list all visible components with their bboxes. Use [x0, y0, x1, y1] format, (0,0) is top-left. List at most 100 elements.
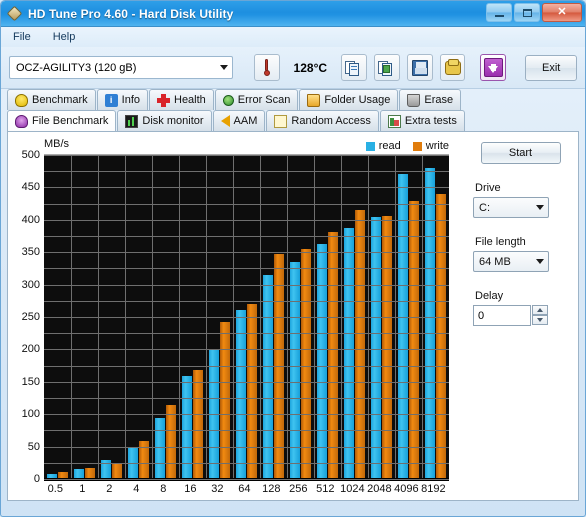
delay-spin-buttons — [532, 305, 548, 326]
gridline-vertical — [422, 155, 423, 478]
plot-wrapper: 0 50 100 150 200 250 300 350 400 450 500 — [22, 149, 449, 485]
delay-stepper: 0 — [473, 305, 568, 326]
app-window: HD Tune Pro 4.60 - Hard Disk Utility ✕ F… — [0, 0, 586, 517]
download-icon — [483, 58, 503, 77]
save-button[interactable] — [406, 54, 433, 81]
file-length-combo[interactable]: 64 MB — [473, 251, 549, 272]
tab-extra-tests[interactable]: Extra tests — [379, 110, 465, 131]
y-axis-tick-label: 0 — [33, 473, 40, 485]
tab-file-benchmark-label: File Benchmark — [32, 115, 109, 127]
tab-file-benchmark[interactable]: File Benchmark — [7, 110, 117, 131]
title-bar: HD Tune Pro 4.60 - Hard Disk Utility ✕ — [1, 1, 585, 27]
delay-input[interactable]: 0 — [473, 305, 531, 326]
window-controls: ✕ — [486, 3, 582, 22]
tab-health[interactable]: Health — [149, 89, 214, 110]
bar-write — [57, 471, 68, 478]
minimize-icon — [494, 14, 504, 17]
minimize-button[interactable] — [486, 3, 512, 22]
y-axis-tick-label: 500 — [21, 149, 40, 161]
tab-aam[interactable]: AAM — [212, 110, 266, 131]
x-axis-tick-label: 16 — [184, 483, 197, 495]
maximize-button[interactable] — [514, 3, 540, 22]
gridline-vertical — [71, 155, 72, 478]
tab-erase[interactable]: Erase — [399, 89, 462, 110]
tab-error-scan[interactable]: Error Scan — [214, 89, 299, 110]
bar-write — [84, 467, 95, 478]
tab-benchmark-label: Benchmark — [32, 94, 88, 106]
x-axis-tick-label: 4 — [133, 483, 140, 495]
chevron-down-icon — [536, 259, 544, 264]
legend-item-read: read — [365, 140, 401, 152]
bar-write — [408, 201, 419, 478]
gridline-horizontal — [44, 155, 449, 156]
drive-label: Drive — [475, 182, 501, 194]
bar-read — [344, 227, 354, 478]
tab-health-label: Health — [174, 94, 206, 106]
x-axis-tick-label: 2048 — [367, 483, 392, 495]
legend-label-read: read — [378, 140, 401, 152]
gridline-horizontal — [44, 284, 449, 286]
gridline-vertical — [395, 155, 396, 478]
window-title: HD Tune Pro 4.60 - Hard Disk Utility — [28, 6, 234, 21]
options-button[interactable] — [439, 54, 466, 81]
start-button[interactable]: Start — [480, 142, 561, 164]
chart-header: MB/s read write — [8, 138, 463, 154]
menu-bar: File Help — [1, 27, 585, 47]
x-axis-labels: 0.5 1 2 4 8 16 32 64 128 256 512 1024 2048 4096 8192 — [44, 481, 449, 499]
y-axis-tick-label: 150 — [21, 375, 40, 388]
copy-icon — [345, 60, 362, 76]
delay-decrement-button[interactable] — [532, 315, 548, 325]
x-axis-tick-label: 1024 — [340, 483, 365, 495]
tab-error-scan-label: Error Scan — [237, 94, 291, 106]
maximize-icon — [522, 8, 532, 17]
menu-item-help[interactable]: Help — [49, 30, 80, 44]
delay-label: Delay — [475, 290, 504, 302]
bar-read — [74, 468, 84, 478]
gridline-vertical — [233, 155, 234, 478]
bar-write — [246, 304, 257, 478]
x-axis-tick-label: 64 — [238, 483, 251, 495]
gridline-horizontal — [44, 381, 449, 383]
app-icon — [6, 5, 23, 22]
x-axis-tick-label: 32 — [211, 483, 224, 495]
menu-item-file[interactable]: File — [9, 30, 35, 44]
chevron-up-icon — [537, 308, 543, 312]
temperature-value: 128°C — [293, 60, 328, 75]
chevron-down-icon — [536, 205, 544, 210]
exit-button[interactable]: Exit — [525, 54, 578, 81]
gridline-horizontal — [44, 414, 449, 416]
file-length-label: File length — [475, 236, 526, 248]
gridline-horizontal — [44, 430, 449, 432]
tab-benchmark[interactable]: Benchmark — [7, 89, 96, 110]
x-axis-tick-label: 128 — [262, 483, 281, 495]
copy-button[interactable] — [341, 54, 367, 81]
drive-combo[interactable]: C: — [473, 197, 549, 218]
close-button[interactable]: ✕ — [542, 3, 582, 22]
gridline-vertical — [206, 155, 207, 478]
bar-write — [219, 321, 230, 478]
gridline-vertical — [287, 155, 288, 478]
tab-info[interactable]: i Info — [96, 89, 148, 110]
tab-folder-usage[interactable]: Folder Usage — [299, 89, 399, 110]
delay-increment-button[interactable] — [532, 305, 548, 315]
y-axis-tick-label: 300 — [21, 278, 40, 291]
copy-image-icon — [378, 60, 395, 76]
drive-combo-value: C: — [479, 201, 490, 214]
gridline-horizontal — [44, 365, 449, 367]
bar-read — [236, 310, 246, 478]
gridline-horizontal — [44, 187, 449, 189]
random-dots-icon — [274, 114, 288, 128]
download-button[interactable] — [480, 54, 507, 81]
drive-selector[interactable]: OCZ-AGILITY3 (120 gB) — [9, 56, 233, 79]
bar-read — [425, 168, 435, 478]
y-axis-tick-label: 250 — [21, 311, 40, 323]
gridline-vertical — [341, 155, 342, 478]
tab-random-access[interactable]: Random Access — [266, 110, 379, 131]
gridline-horizontal — [44, 317, 449, 318]
y-axis-tick-label: 350 — [21, 246, 40, 259]
file-benchmark-icon — [15, 114, 28, 128]
tab-disk-monitor[interactable]: Disk monitor — [117, 110, 212, 131]
legend-label-write: write — [425, 140, 449, 152]
drive-selector-value: OCZ-AGILITY3 (120 gB) — [16, 61, 137, 74]
copy-image-button[interactable] — [373, 54, 400, 81]
